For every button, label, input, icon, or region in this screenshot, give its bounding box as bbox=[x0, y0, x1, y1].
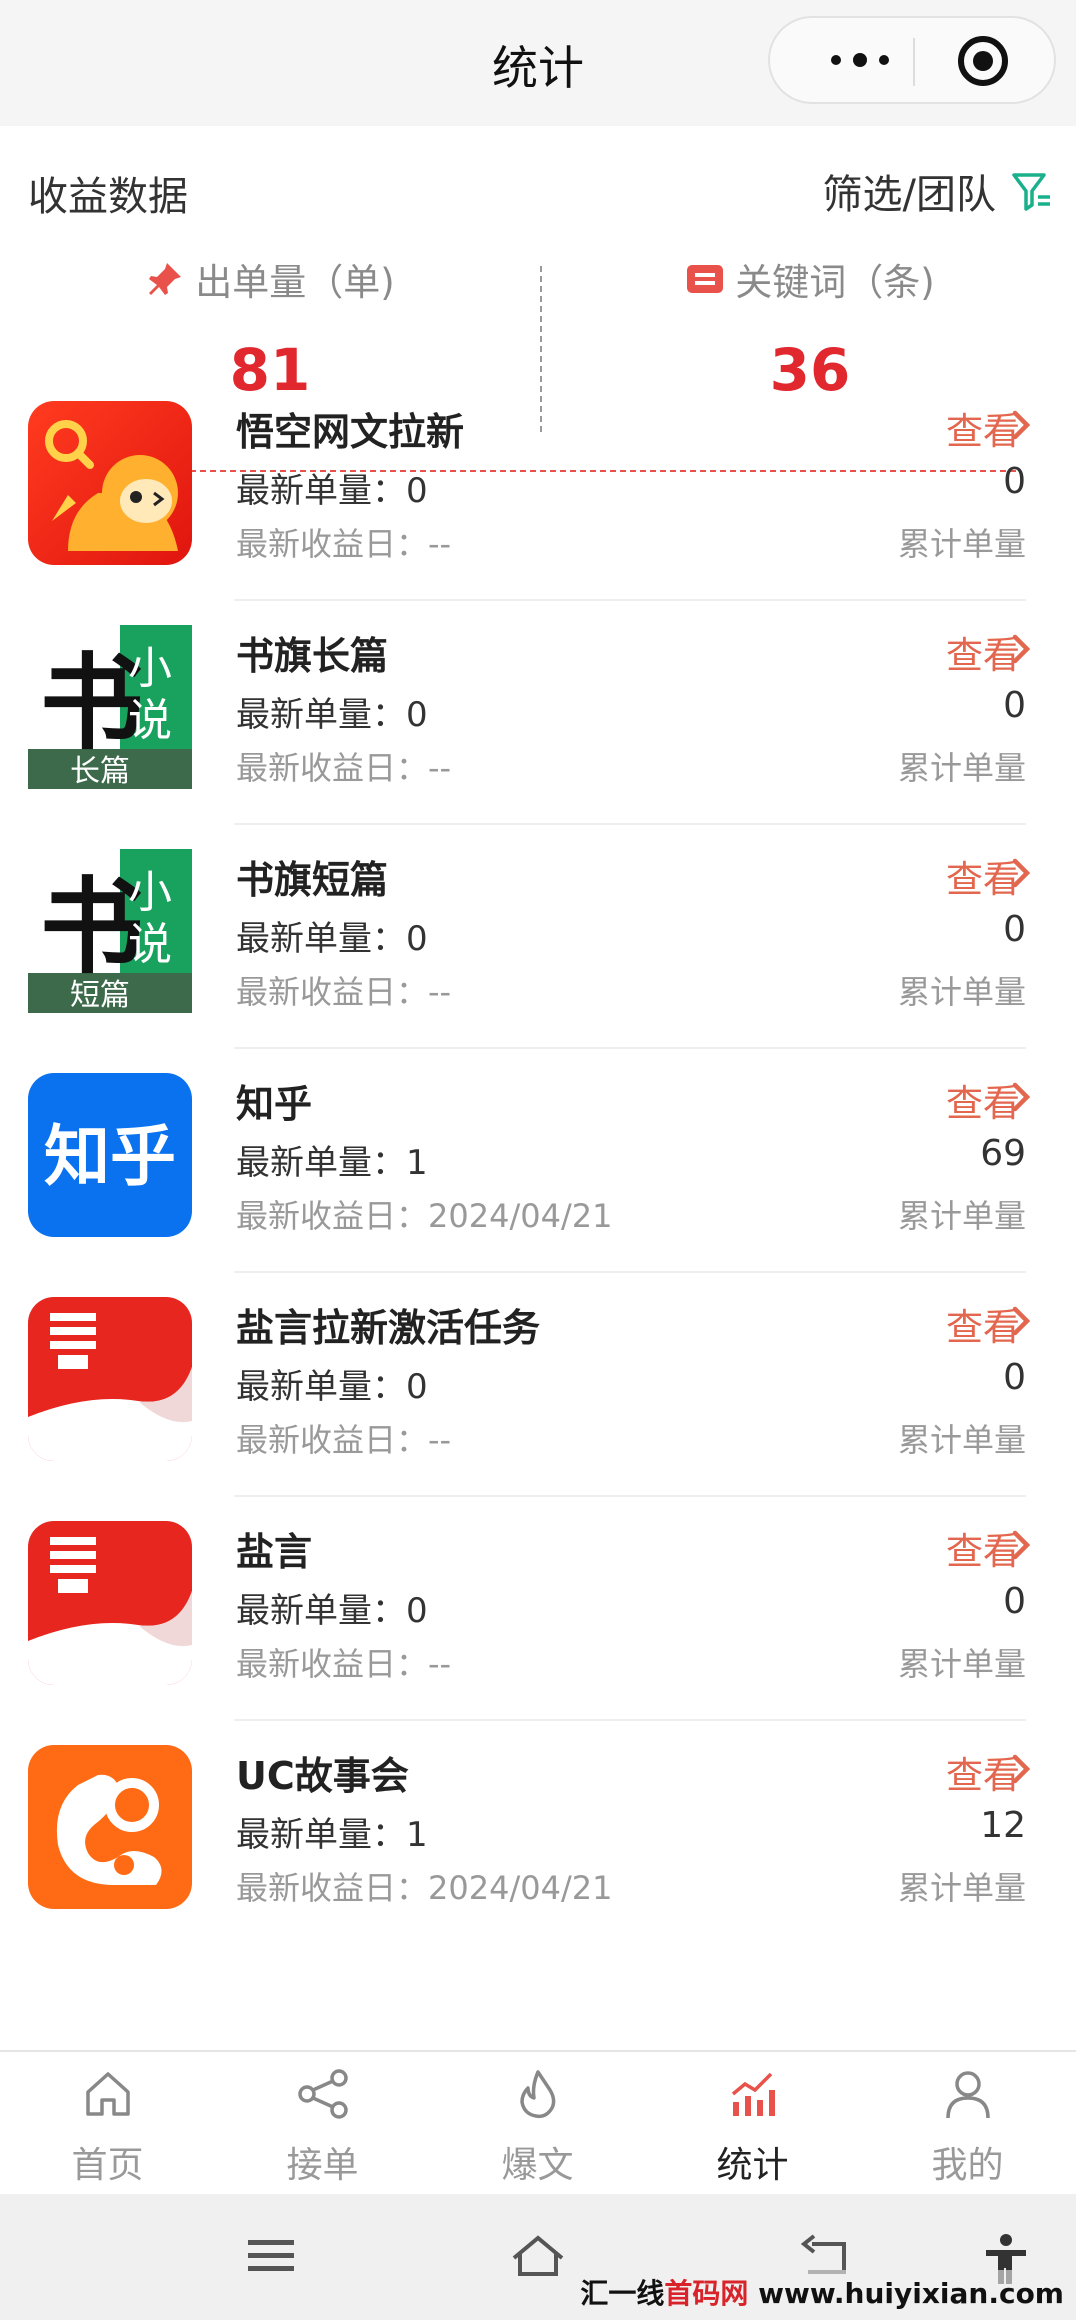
yanyan-app-icon bbox=[28, 1297, 192, 1461]
item-total-label: 累计单量 bbox=[897, 1869, 1026, 1907]
chevron-right-icon bbox=[1012, 1082, 1031, 1112]
yanyan-app-icon bbox=[28, 1521, 192, 1685]
item-total: 0 bbox=[1003, 461, 1026, 502]
item-latest-count: 最新单量：0 bbox=[236, 695, 428, 735]
item-total-label: 累计单量 bbox=[897, 1197, 1026, 1235]
list-item[interactable]: 盐言 最新单量：0 最新收益日：-- 查看 0 累计单量 bbox=[0, 1497, 1076, 1721]
item-name: UC故事会 bbox=[236, 1754, 409, 1798]
item-latest-count: 最新单量：0 bbox=[236, 471, 428, 511]
item-name: 书旗短篇 bbox=[236, 858, 389, 902]
item-total-label: 累计单量 bbox=[897, 1645, 1026, 1683]
tab-home[interactable]: 首页 bbox=[0, 2052, 215, 2196]
item-total-label: 累计单量 bbox=[897, 525, 1026, 563]
chevron-right-icon bbox=[1012, 634, 1031, 664]
chevron-right-icon bbox=[1012, 1306, 1031, 1336]
item-latest-date: 最新收益日：2024/04/21 bbox=[236, 1869, 613, 1907]
item-total: 12 bbox=[980, 1805, 1026, 1846]
svg-text:说: 说 bbox=[128, 919, 172, 970]
tab-label: 接单 bbox=[286, 2145, 359, 2186]
svg-text:小: 小 bbox=[128, 643, 172, 694]
item-name: 书旗长篇 bbox=[236, 634, 389, 678]
item-latest-date: 最新收益日：-- bbox=[236, 749, 452, 787]
item-latest-date: 最新收益日：-- bbox=[236, 973, 452, 1011]
capsule-divider bbox=[913, 38, 915, 86]
item-total: 0 bbox=[1003, 685, 1026, 726]
chevron-right-icon bbox=[1012, 410, 1031, 440]
item-name: 盐言 bbox=[236, 1530, 313, 1574]
chevron-right-icon bbox=[1012, 858, 1031, 888]
item-name: 知乎 bbox=[236, 1082, 313, 1126]
item-total-label: 累计单量 bbox=[897, 749, 1026, 787]
tab-mine[interactable]: 我的 bbox=[860, 2052, 1075, 2196]
item-latest-date: 最新收益日：-- bbox=[236, 1645, 452, 1683]
tab-statistics[interactable]: 统计 bbox=[645, 2052, 860, 2196]
wukong-app-icon bbox=[28, 401, 192, 565]
close-target-icon[interactable] bbox=[958, 36, 1008, 86]
svg-text:说: 说 bbox=[128, 695, 172, 746]
mini-program-capsule bbox=[768, 16, 1056, 104]
item-name: 悟空网文拉新 bbox=[236, 410, 465, 454]
tab-label: 统计 bbox=[716, 2145, 789, 2186]
item-total: 0 bbox=[1003, 1357, 1026, 1398]
share-icon bbox=[298, 2069, 348, 2119]
shuqi-long-app-icon: 书 小 说 长篇 bbox=[28, 625, 192, 789]
list-item[interactable]: 书 小 说 长篇 书旗长篇 最新单量：0 最新收益日：-- 查看 0 累计单量 bbox=[0, 601, 1076, 825]
item-total-label: 累计单量 bbox=[897, 973, 1026, 1011]
filter-label: 筛选/团队 bbox=[822, 172, 996, 218]
task-list: 悟空网文拉新 最新单量：0 最新收益日：-- 查看 0 累计单量 书 小 说 长… bbox=[0, 377, 1076, 1945]
item-total: 0 bbox=[1003, 1581, 1026, 1622]
tab-label: 我的 bbox=[931, 2145, 1004, 2186]
home-nav-icon[interactable] bbox=[510, 2234, 566, 2278]
item-latest-count: 最新单量：0 bbox=[236, 919, 428, 959]
tab-hot-articles[interactable]: 爆文 bbox=[430, 2052, 645, 2196]
svg-text:长篇: 长篇 bbox=[70, 754, 130, 789]
zhihu-app-icon: 知乎 bbox=[28, 1073, 192, 1237]
bottom-tab-bar: 首页 接单 爆文 统计 我的 bbox=[0, 2050, 1076, 2196]
item-latest-count: 最新单量：1 bbox=[236, 1815, 428, 1855]
section-title: 收益数据 bbox=[28, 174, 188, 220]
pin-icon bbox=[149, 263, 182, 295]
keywords-label: 关键词（条) bbox=[735, 261, 935, 304]
chevron-right-icon bbox=[1012, 1754, 1031, 1784]
user-icon bbox=[946, 2071, 990, 2119]
item-latest-count: 最新单量：0 bbox=[236, 1591, 428, 1631]
list-item[interactable]: 书 小 说 短篇 书旗短篇 最新单量：0 最新收益日：-- 查看 0 累计单量 bbox=[0, 825, 1076, 1049]
chevron-right-icon bbox=[1012, 1530, 1031, 1560]
list-item[interactable]: 知乎 知乎 最新单量：1 最新收益日：2024/04/21 查看 69 累计单量 bbox=[0, 1049, 1076, 1273]
filter-team-button[interactable]: 筛选/团队 bbox=[823, 162, 1054, 220]
more-icon[interactable] bbox=[808, 40, 912, 80]
item-latest-count: 最新单量：1 bbox=[236, 1143, 428, 1183]
tab-orders[interactable]: 接单 bbox=[215, 2052, 430, 2196]
item-total: 0 bbox=[1003, 909, 1026, 950]
chart-icon bbox=[731, 2072, 775, 2116]
shuqi-short-app-icon: 书 小 说 短篇 bbox=[28, 849, 192, 1013]
flame-icon bbox=[520, 2070, 556, 2119]
list-item[interactable]: 悟空网文拉新 最新单量：0 最新收益日：-- 查看 0 累计单量 bbox=[0, 377, 1076, 601]
item-latest-date: 最新收益日：-- bbox=[236, 1421, 452, 1459]
ticket-icon bbox=[687, 265, 724, 293]
item-latest-count: 最新单量：0 bbox=[236, 1367, 428, 1407]
list-item[interactable]: UC故事会 最新单量：1 最新收益日：2024/04/21 查看 12 累计单量 bbox=[0, 1721, 1076, 1945]
system-navigation-bar: 汇一线首码网 www.huiyixian.com bbox=[0, 2194, 1076, 2320]
item-name: 盐言拉新激活任务 bbox=[236, 1306, 541, 1350]
uc-app-icon bbox=[28, 1745, 192, 1909]
filter-icon bbox=[1012, 173, 1050, 211]
item-latest-date: 最新收益日：-- bbox=[236, 525, 452, 563]
svg-text:知乎: 知乎 bbox=[44, 1118, 176, 1195]
watermark: 汇一线首码网 www.huiyixian.com bbox=[574, 2270, 1070, 2314]
home-icon bbox=[86, 2072, 130, 2116]
menu-icon[interactable] bbox=[246, 2234, 296, 2278]
tab-label: 首页 bbox=[71, 2145, 144, 2186]
item-total-label: 累计单量 bbox=[897, 1421, 1026, 1459]
svg-text:短篇: 短篇 bbox=[70, 978, 130, 1013]
list-item[interactable]: 盐言拉新激活任务 最新单量：0 最新收益日：-- 查看 0 累计单量 bbox=[0, 1273, 1076, 1497]
tab-label: 爆文 bbox=[501, 2145, 574, 2186]
item-latest-date: 最新收益日：2024/04/21 bbox=[236, 1197, 613, 1235]
svg-text:小: 小 bbox=[128, 867, 172, 918]
orders-label: 出单量（单) bbox=[195, 261, 395, 304]
item-total: 69 bbox=[980, 1133, 1026, 1174]
title-bar: 统计 bbox=[0, 0, 1076, 126]
